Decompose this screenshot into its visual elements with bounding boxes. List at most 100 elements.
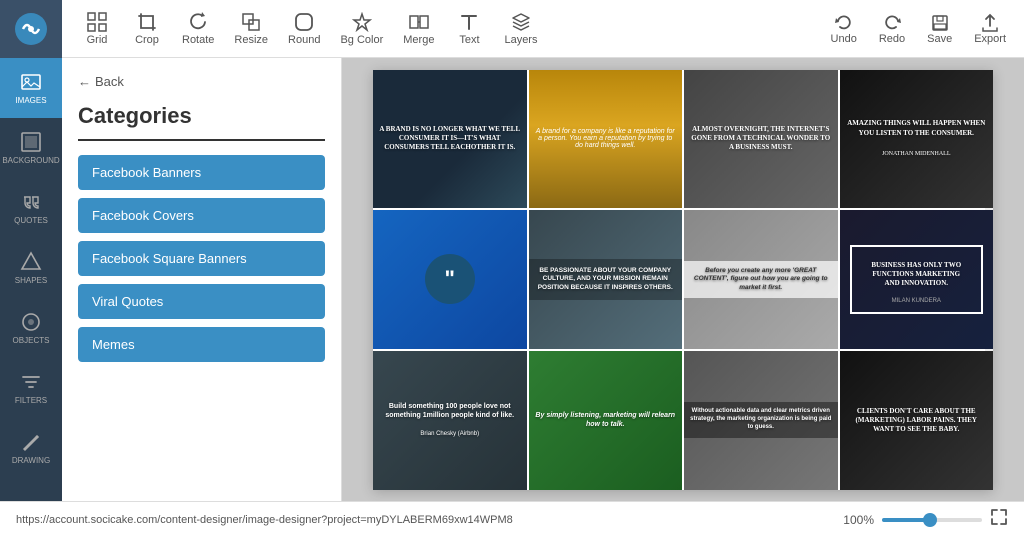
crop-tool[interactable]: Crop (122, 8, 172, 50)
background-icon (20, 131, 42, 153)
redo-icon (882, 13, 902, 33)
bg-color-label: Bg Color (340, 34, 383, 46)
export-label: Export (974, 33, 1006, 45)
zoom-label: 100% (843, 513, 874, 527)
canvas-image-4[interactable]: AMAZING THINGS WILL HAPPEN WHEN YOU LIST… (840, 70, 994, 209)
layers-label: Layers (504, 34, 537, 46)
category-facebook-covers[interactable]: Facebook Covers (78, 198, 325, 233)
bottom-bar: https://account.socicake.com/content-des… (0, 501, 1024, 537)
logo-icon (13, 11, 49, 47)
export-icon (980, 13, 1000, 33)
undo-icon (834, 13, 854, 33)
canvas-image-2[interactable]: A brand for a company is like a reputati… (529, 70, 683, 209)
canvas-image-10[interactable]: By simply listening, marketing will rele… (529, 351, 683, 490)
round-icon (294, 12, 314, 32)
sidebar-drawing-label: DRAWING (12, 456, 50, 465)
canvas-image-7[interactable]: Before you create any more 'GREAT CONTEN… (684, 210, 838, 349)
shapes-icon (20, 251, 42, 273)
drawing-icon (20, 431, 42, 453)
round-tool[interactable]: Round (278, 8, 330, 50)
back-arrow-icon: ← (78, 74, 91, 89)
main-area: IMAGES BACKGROUND QUOTES SHAPES (0, 58, 1024, 501)
round-label: Round (288, 34, 320, 46)
url-display: https://account.socicake.com/content-des… (16, 514, 513, 526)
redo-label: Redo (879, 33, 905, 45)
grid-label: Grid (87, 34, 108, 46)
merge-icon (409, 12, 429, 32)
sidebar-item-shapes[interactable]: SHAPES (0, 238, 62, 298)
toolbar-right: Undo Redo Save Export (823, 9, 1014, 49)
canvas-image-8[interactable]: BUSINESS HAS ONLY TWO FUNCTIONS MARKETIN… (840, 210, 994, 349)
left-sidebar: IMAGES BACKGROUND QUOTES SHAPES (0, 58, 62, 501)
sidebar-item-images[interactable]: IMAGES (0, 58, 62, 118)
save-icon (930, 13, 950, 33)
canvas-image-6[interactable]: BE PASSIONATE ABOUT YOUR COMPANY CULTURE… (529, 210, 683, 349)
undo-label: Undo (831, 33, 857, 45)
category-facebook-square-banners[interactable]: Facebook Square Banners (78, 241, 325, 276)
sidebar-shapes-label: SHAPES (15, 276, 47, 285)
rotate-tool[interactable]: Rotate (172, 8, 224, 50)
merge-tool[interactable]: Merge (393, 8, 444, 50)
images-icon (20, 71, 42, 93)
back-label: Back (95, 74, 124, 89)
sidebar-filters-label: FILTERS (15, 396, 47, 405)
zoom-slider[interactable] (882, 518, 982, 522)
resize-tool[interactable]: Resize (224, 8, 278, 50)
crop-label: Crop (135, 34, 159, 46)
undo-button[interactable]: Undo (823, 9, 865, 49)
sidebar-objects-label: OBJECTS (13, 336, 50, 345)
crop-icon (137, 12, 157, 32)
sidebar-item-drawing[interactable]: DRAWING (0, 418, 62, 478)
category-facebook-banners[interactable]: Facebook Banners (78, 155, 325, 190)
save-label: Save (927, 33, 952, 45)
text-icon (459, 12, 479, 32)
filters-icon (20, 371, 42, 393)
category-memes[interactable]: Memes (78, 327, 325, 362)
sidebar-item-background[interactable]: BACKGROUND (0, 118, 62, 178)
back-button[interactable]: ← Back (78, 74, 325, 89)
zoom-area: 100% (843, 508, 1008, 531)
fullscreen-icon (990, 508, 1008, 526)
grid-icon (87, 12, 107, 32)
merge-label: Merge (403, 34, 434, 46)
text-tool[interactable]: Text (444, 8, 494, 50)
logo-area (0, 0, 62, 58)
layers-icon (511, 12, 531, 32)
canvas-image-11[interactable]: Without actionable data and clear metric… (684, 351, 838, 490)
categories-overlay: ← Back Categories Facebook Banners Faceb… (62, 58, 341, 501)
save-button[interactable]: Save (919, 9, 960, 49)
fullscreen-button[interactable] (990, 508, 1008, 531)
sidebar-item-objects[interactable]: OBJECTS (0, 298, 62, 358)
sidebar-item-quotes[interactable]: QUOTES (0, 178, 62, 238)
layers-tool[interactable]: Layers (494, 8, 547, 50)
canvas-image-5[interactable]: " (373, 210, 527, 349)
export-button[interactable]: Export (966, 9, 1014, 49)
sidebar-background-label: BACKGROUND (2, 156, 59, 165)
bg-color-icon (352, 12, 372, 32)
sidebar-item-filters[interactable]: FILTERS (0, 358, 62, 418)
images-panel: Images Select from our stock images or i… (62, 58, 342, 501)
canvas-image-1[interactable]: A BRAND IS NO LONGER WHAT WE TELL CONSUM… (373, 70, 527, 209)
objects-icon (20, 311, 42, 333)
bg-color-tool[interactable]: Bg Color (330, 8, 393, 50)
canvas: A BRAND IS NO LONGER WHAT WE TELL CONSUM… (373, 70, 993, 490)
categories-title: Categories (78, 103, 325, 129)
resize-icon (241, 12, 261, 32)
categories-divider (78, 139, 325, 141)
toolbar: Grid Crop Rotate Resize Round (0, 0, 1024, 58)
rotate-label: Rotate (182, 34, 214, 46)
canvas-image-9[interactable]: Build something 100 people love not some… (373, 351, 527, 490)
image-grid: A BRAND IS NO LONGER WHAT WE TELL CONSUM… (373, 70, 993, 490)
canvas-image-3[interactable]: ALMOST OVERNIGHT, THE INTERNET'S GONE FR… (684, 70, 838, 209)
canvas-area: A BRAND IS NO LONGER WHAT WE TELL CONSUM… (342, 58, 1024, 501)
text-label: Text (459, 34, 479, 46)
sidebar-quotes-label: QUOTES (14, 216, 48, 225)
canvas-image-12[interactable]: CLIENTS DON'T CARE ABOUT THE (MARKETING)… (840, 351, 994, 490)
grid-tool[interactable]: Grid (72, 8, 122, 50)
redo-button[interactable]: Redo (871, 9, 913, 49)
quotes-icon (20, 191, 42, 213)
sidebar-images-label: IMAGES (15, 96, 46, 105)
rotate-icon (188, 12, 208, 32)
resize-label: Resize (234, 34, 268, 46)
category-viral-quotes[interactable]: Viral Quotes (78, 284, 325, 319)
